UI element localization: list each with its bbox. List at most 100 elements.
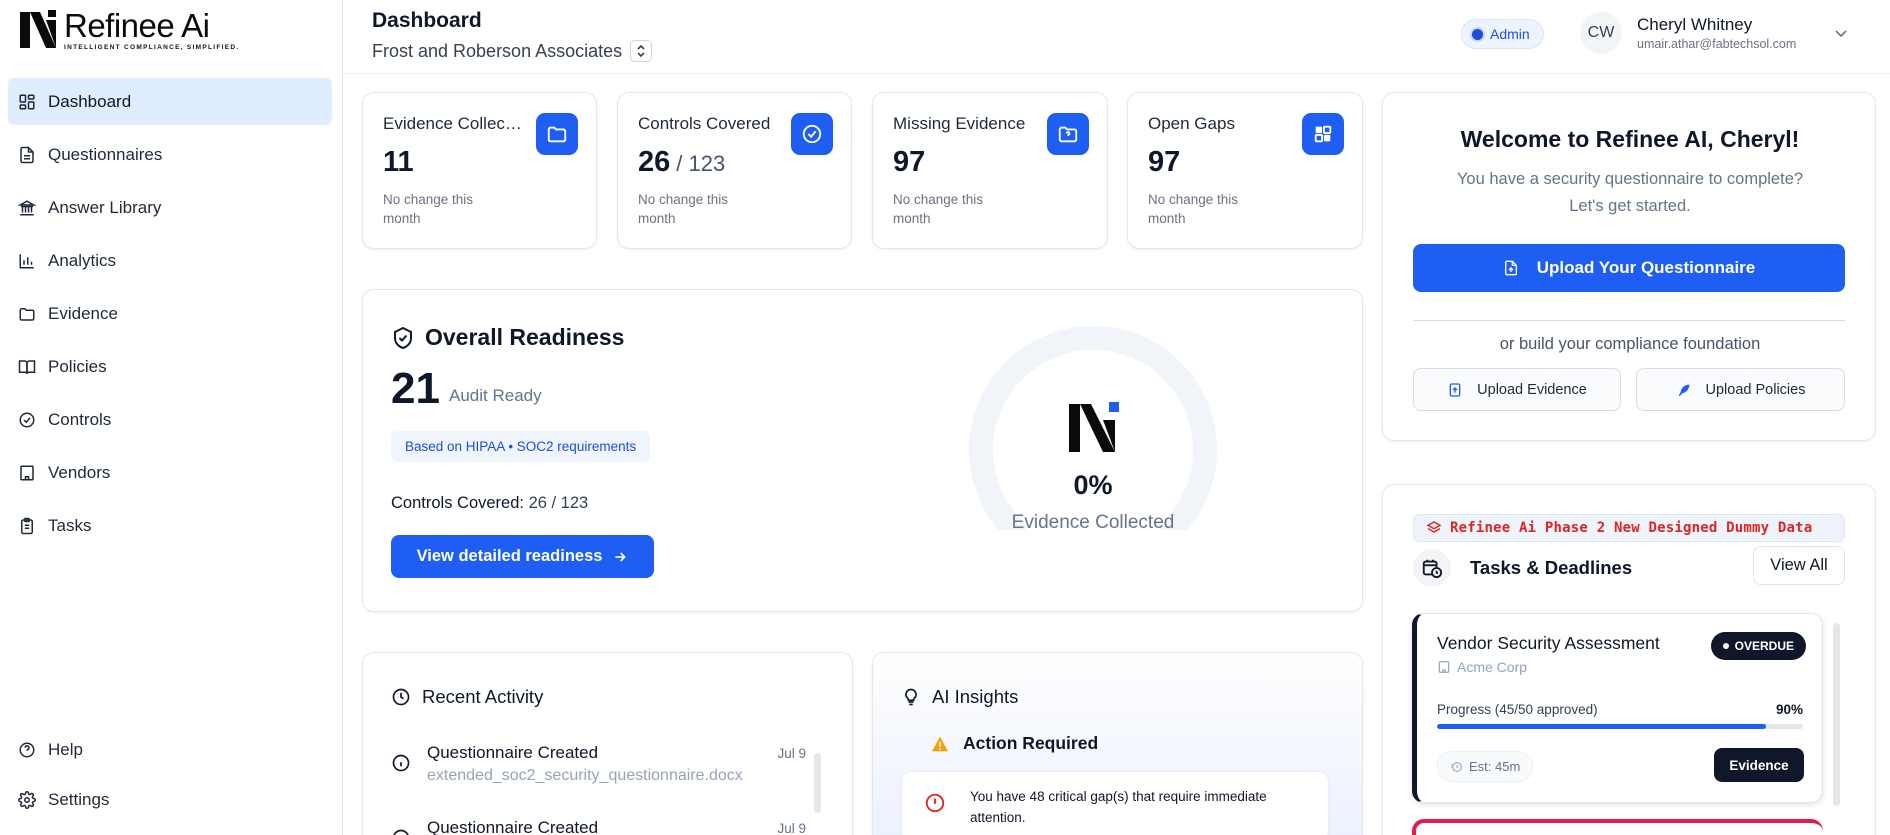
sidebar-item-tasks[interactable]: Tasks [8,502,332,549]
upload-evidence-button[interactable]: Upload Evidence [1413,368,1621,411]
task-org: Acme Corp [1437,659,1527,675]
sidebar-item-settings[interactable]: Settings [8,777,332,823]
tasks-title: Tasks & Deadlines [1470,557,1633,578]
refinee-logo-icon [1069,402,1119,452]
view-detailed-readiness-button[interactable]: View detailed readiness [391,535,654,578]
help-icon [19,742,35,758]
task-card[interactable]: Vendor Security Assessment Acme Corp OVE… [1412,613,1823,803]
check-circle-icon [19,412,35,427]
stat-title: Missing Evidence [893,114,1026,133]
organization-name: Frost and Roberson Associates [372,40,623,61]
next-task-card[interactable] [1412,819,1823,835]
upload-questionnaire-button[interactable]: Upload Your Questionnaire [1413,244,1845,292]
stat-card-controls-covered[interactable]: Controls Covered 26/ 123 No change this … [617,92,852,249]
stat-value: 97 [1148,146,1181,178]
user-email: umair.athar@fabtechsol.com [1637,37,1797,51]
controls-covered-summary: Controls Covered: 26 / 123 [391,494,589,512]
action-required-heading: Action Required [931,733,1098,754]
divider [1413,320,1845,321]
shield-check-icon [394,326,412,349]
sidebar-item-label: Settings [48,790,110,809]
refinee-logo-icon [20,10,56,48]
info-icon [392,754,410,772]
brand-logo[interactable]: Refinee Ai INTELLIGENT COMPLIANCE, SIMPL… [18,8,240,52]
chart-icon [19,253,34,268]
chevron-down-icon[interactable] [1833,25,1849,41]
chevron-updown-icon[interactable] [630,40,653,62]
upload-policies-button[interactable]: Upload Policies [1636,368,1845,411]
stat-title: Open Gaps [1148,114,1235,133]
sidebar-item-label: Controls [48,409,112,429]
progress-fill [1437,724,1767,729]
dashboard-icon [19,94,35,109]
top-header: Dashboard Frost and Roberson Associates … [343,0,1890,74]
folder-icon [19,307,35,321]
welcome-subtitle: You have a security questionnaire to com… [1456,170,1804,215]
gear-icon [18,791,36,809]
brand-name: Refinee Ai [64,7,210,44]
stat-note: No change this month [383,192,474,226]
estimate-badge: Est: 45m [1437,751,1534,782]
task-evidence-button[interactable]: Evidence [1714,748,1804,782]
sidebar-item-label: Analytics [48,250,117,270]
stat-title: Controls Covered [638,114,771,133]
stat-title: Evidence Collect... [383,114,523,133]
welcome-title: Welcome to Refinee AI, Cheryl! [1460,126,1800,152]
tasks-scrollbar[interactable] [1833,623,1840,806]
sidebar-item-answer-library[interactable]: Answer Library [8,184,332,231]
avatar[interactable]: CW [1580,12,1622,54]
role-badge: Admin [1461,19,1544,49]
clipboard-icon [21,517,33,534]
stat-value: 26/ 123 [638,146,726,178]
status-badge: OVERDUE [1710,632,1806,660]
sidebar-nav: Dashboard Questionnaires Answer Library … [8,78,332,555]
readiness-score-label: Audit Ready [449,386,542,405]
critical-gaps-alert[interactable]: You have 48 critical gap(s) that require… [901,771,1329,835]
sidebar-item-evidence[interactable]: Evidence [8,290,332,337]
file-upload-icon [1504,260,1517,276]
activity-scrollbar[interactable] [814,753,821,813]
foundation-text: or build your compliance foundation [1499,335,1761,353]
library-icon [18,199,36,215]
ai-insights-title: AI Insights [901,686,1018,708]
gauge-percent: 0% [1073,470,1113,500]
organization-selector[interactable]: Frost and Roberson Associates [372,40,653,62]
sidebar-item-controls[interactable]: Controls [8,396,332,443]
sidebar-item-policies[interactable]: Policies [8,343,332,390]
sidebar-item-label: Evidence [48,303,118,323]
feather-pen-icon [1678,384,1689,396]
folder-icon [536,113,578,155]
timer-icon [1451,762,1462,772]
sidebar-item-label: Questionnaires [48,144,163,164]
view-all-button[interactable]: View All [1753,546,1845,585]
readiness-title: Overall Readiness [391,324,624,351]
sidebar-item-label: Tasks [48,515,92,535]
check-circle-icon [791,113,833,155]
recent-activity-title: Recent Activity [391,686,543,708]
gauge-label: Evidence Collected [1011,512,1175,533]
alert-circle-icon [925,793,945,813]
sidebar-item-label: Help [48,740,83,759]
task-title: Vendor Security Assessment [1437,633,1660,653]
stat-note: No change this month [638,192,729,226]
sidebar-item-questionnaires[interactable]: Questionnaires [8,131,332,178]
overall-readiness-card: Overall Readiness 21 Audit Ready Based o… [362,289,1363,612]
building-icon [1438,661,1450,673]
sidebar-item-dashboard[interactable]: Dashboard [8,78,332,125]
stat-card-evidence-collected[interactable]: Evidence Collect... 11 No change this mo… [362,92,597,249]
sidebar-item-vendors[interactable]: Vendors [8,449,332,496]
tasks-deadlines-card: Refinee Ai Phase 2 New Designed Dummy Da… [1382,484,1876,835]
ai-insights-card: AI Insights Action Required You have 48 … [872,652,1363,835]
info-icon [393,829,409,835]
sidebar-item-analytics[interactable]: Analytics [8,237,332,284]
upload-icon [1449,382,1461,397]
stat-card-open-gaps[interactable]: Open Gaps 97 No change this month [1127,92,1363,249]
recent-activity-card: Recent Activity Questionnaire Created ex… [362,652,853,835]
sidebar-item-help[interactable]: Help [8,727,332,773]
user-name[interactable]: Cheryl Whitney [1637,15,1752,35]
document-icon [20,146,34,163]
sidebar: Refinee Ai INTELLIGENT COMPLIANCE, SIMPL… [0,0,343,835]
status-dot-icon [1472,28,1483,40]
stat-card-missing-evidence[interactable]: Missing Evidence 97 No change this month [872,92,1108,249]
puzzle-icon [1302,113,1344,155]
